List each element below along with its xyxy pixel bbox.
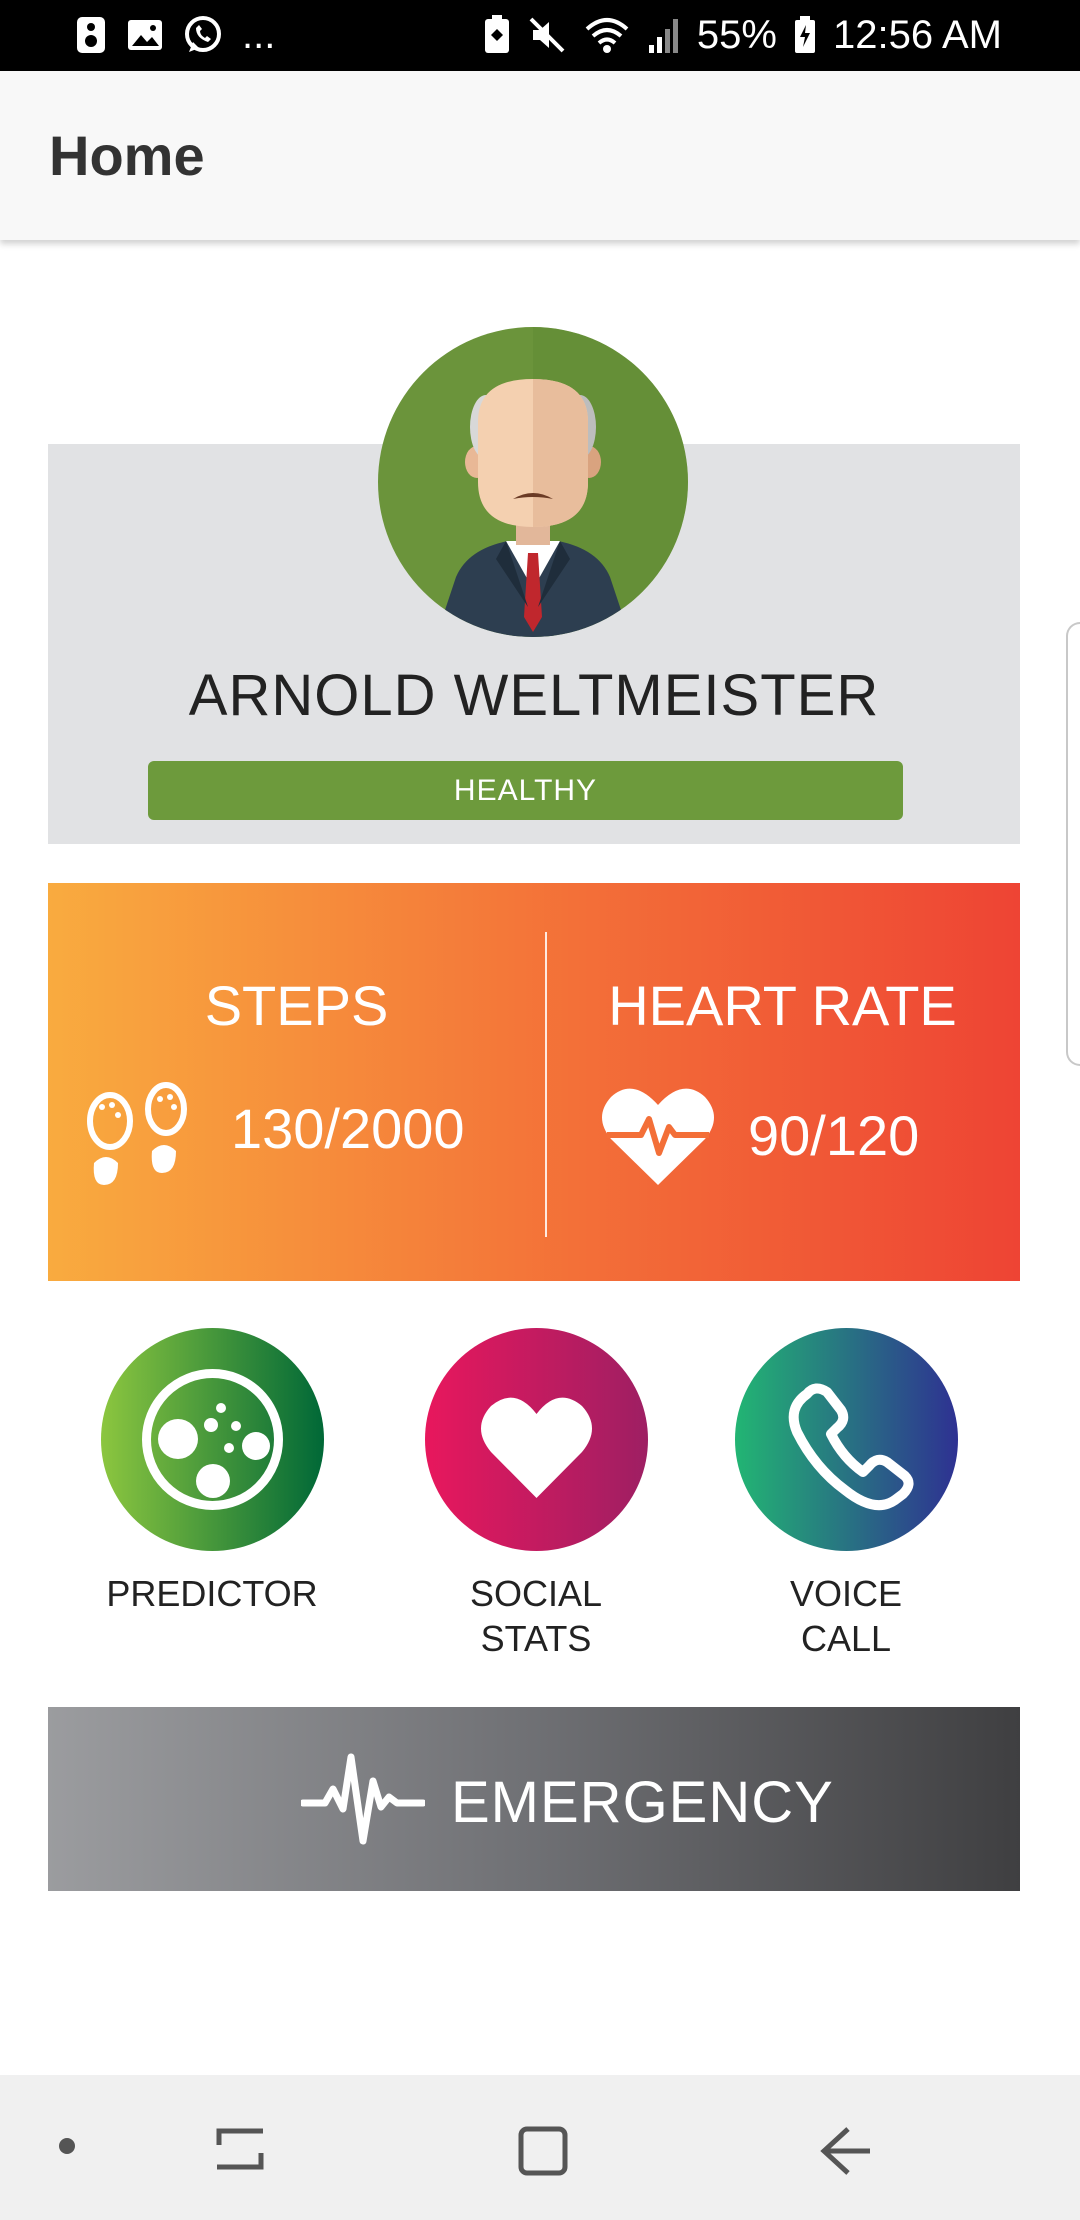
voice-call-label: VOICE CALL (696, 1571, 996, 1661)
social-stats-label: SOCIAL STATS (386, 1571, 686, 1661)
stats-divider (545, 932, 547, 1237)
social-stats-label-line1: SOCIAL (469, 1573, 603, 1614)
heart-rate-value: 90/120 (748, 1104, 920, 1167)
page-title: Home (49, 124, 205, 187)
signal-icon (648, 19, 678, 53)
heart-rate-icon (602, 1088, 714, 1185)
predictor-button[interactable] (101, 1328, 324, 1551)
wifi-icon (585, 18, 629, 53)
predictor-label: PREDICTOR (62, 1571, 362, 1616)
voice-call-label-line2: CALL (800, 1618, 892, 1659)
steps-title: STEPS (204, 974, 389, 1037)
notification-overflow: ... (242, 13, 276, 57)
phone-icon (788, 1383, 914, 1511)
app-bar: Home (0, 71, 1080, 240)
profile-name: ARNOLD WELTMEISTER (188, 663, 880, 728)
battery-percent: 55% (696, 13, 777, 57)
recent-apps-icon[interactable] (213, 2123, 269, 2173)
predictor-label-line1: PREDICTOR (106, 1573, 318, 1614)
home-icon[interactable] (513, 2121, 573, 2181)
emergency-button[interactable]: EMERGENCY (48, 1707, 1020, 1891)
nav-dot-icon[interactable] (56, 2135, 78, 2157)
heart-icon (481, 1397, 592, 1498)
social-stats-button[interactable] (425, 1328, 648, 1551)
steps-value: 130/2000 (231, 1097, 465, 1160)
heartbeat-icon (301, 1753, 425, 1845)
stats-card[interactable]: STEPS HEART RATE 130/2000 90/120 (48, 883, 1020, 1281)
social-stats-label-line2: STATS (480, 1618, 592, 1659)
footprints-icon (87, 1082, 187, 1185)
status-bar-system: 55% 12:56 AM (483, 12, 1002, 58)
back-icon[interactable] (816, 2123, 876, 2179)
status-bar-notifications: ... (74, 12, 275, 58)
nfc-icon (484, 15, 509, 53)
battery-icon (794, 16, 815, 53)
mute-icon (529, 17, 565, 53)
clock: 12:56 AM (832, 13, 1002, 57)
avatar (378, 327, 688, 637)
voice-call-button[interactable] (735, 1328, 958, 1551)
image-icon (128, 20, 162, 50)
health-status-badge: HEALTHY (148, 761, 903, 820)
emergency-label: EMERGENCY (451, 1770, 834, 1835)
whatsapp-icon (185, 16, 221, 52)
status-bar: ... 55% 12:56 AM (0, 0, 1080, 71)
voice-call-label-line1: VOICE (789, 1573, 903, 1614)
voicemail-icon (77, 17, 105, 53)
navigation-bar (0, 2075, 1080, 2220)
heart-rate-title: HEART RATE (608, 974, 957, 1037)
edge-panel-handle[interactable] (1066, 622, 1080, 1066)
predictor-icon (142, 1369, 283, 1510)
